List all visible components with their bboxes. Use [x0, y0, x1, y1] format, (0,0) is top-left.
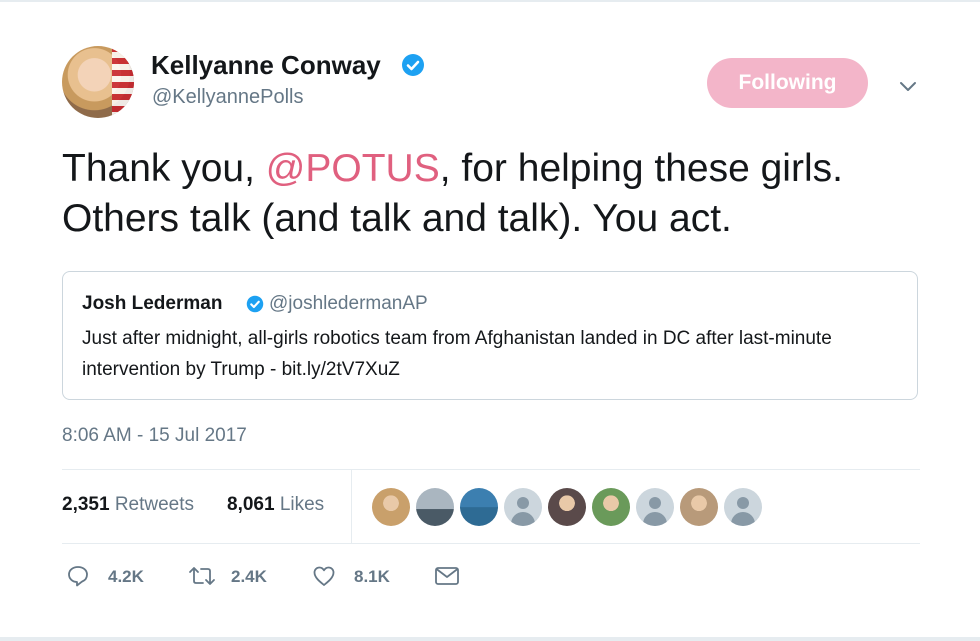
reply-count: 4.2K [108, 567, 144, 586]
author-avatar[interactable] [62, 46, 134, 118]
direct-message-action[interactable] [434, 563, 464, 589]
author-name[interactable]: Kellyanne Conway [151, 50, 381, 80]
retweet-count: 2.4K [231, 567, 267, 586]
retweet-icon [189, 567, 215, 585]
chevron-down-icon[interactable] [896, 74, 920, 98]
stats-divider [351, 470, 352, 543]
user-photo-icon[interactable] [592, 488, 630, 526]
user-photo-icon[interactable] [680, 488, 718, 526]
avatar-head [649, 497, 661, 509]
envelope-icon [435, 567, 459, 585]
verified-badge-icon [246, 295, 264, 313]
quoted-author-handle: @joshledermanAP [269, 293, 428, 314]
heart-icon [313, 566, 335, 586]
divider [62, 543, 920, 544]
verified-badge-icon [402, 54, 424, 76]
likes-stat[interactable]: 8,061 Likes [227, 494, 324, 516]
like-action[interactable]: 8.1K [312, 563, 402, 589]
avatar-head [517, 497, 529, 509]
avatar-head [737, 497, 749, 509]
user-photo-icon[interactable] [372, 488, 410, 526]
author-handle[interactable]: @KellyannePolls [152, 85, 304, 109]
likes-label: Likes [279, 494, 325, 515]
quoted-tweet-card[interactable]: Josh Lederman @joshledermanAP Just after… [62, 271, 918, 400]
quoted-author-name: Josh Lederman [82, 293, 223, 314]
reply-icon [68, 566, 88, 587]
default-user-icon[interactable] [724, 488, 762, 526]
retweets-stat[interactable]: 2,351 Retweets [62, 494, 194, 516]
tweet-timestamp[interactable]: 8:06 AM - 15 Jul 2017 [62, 425, 247, 447]
avatar-body [511, 512, 535, 526]
user-photo-icon[interactable] [548, 488, 586, 526]
following-button[interactable]: Following [707, 58, 868, 108]
tweet-text-before: Thank you, [62, 147, 266, 190]
retweets-label: Retweets [114, 494, 195, 515]
window-bottom-border [0, 637, 980, 641]
mention-link[interactable]: @POTUS [266, 147, 440, 190]
landscape-photo-icon[interactable] [460, 488, 498, 526]
like-count: 8.1K [354, 567, 390, 586]
tweet-text: Thank you, @POTUS, for helping these gir… [62, 144, 942, 244]
likes-count: 8,061 [227, 494, 275, 515]
divider [62, 469, 920, 470]
retweet-action[interactable]: 2.4K [188, 563, 278, 589]
default-user-icon[interactable] [636, 488, 674, 526]
ship-photo-icon[interactable] [416, 488, 454, 526]
reply-action[interactable]: 4.2K [66, 563, 156, 589]
avatar-body [643, 512, 667, 526]
retweets-count: 2,351 [62, 494, 110, 515]
quoted-tweet-text: Just after midnight, all-girls robotics … [82, 328, 832, 380]
default-user-icon[interactable] [504, 488, 542, 526]
window-top-border [0, 0, 980, 2]
avatar-body [731, 512, 755, 526]
flag-background [112, 46, 134, 118]
